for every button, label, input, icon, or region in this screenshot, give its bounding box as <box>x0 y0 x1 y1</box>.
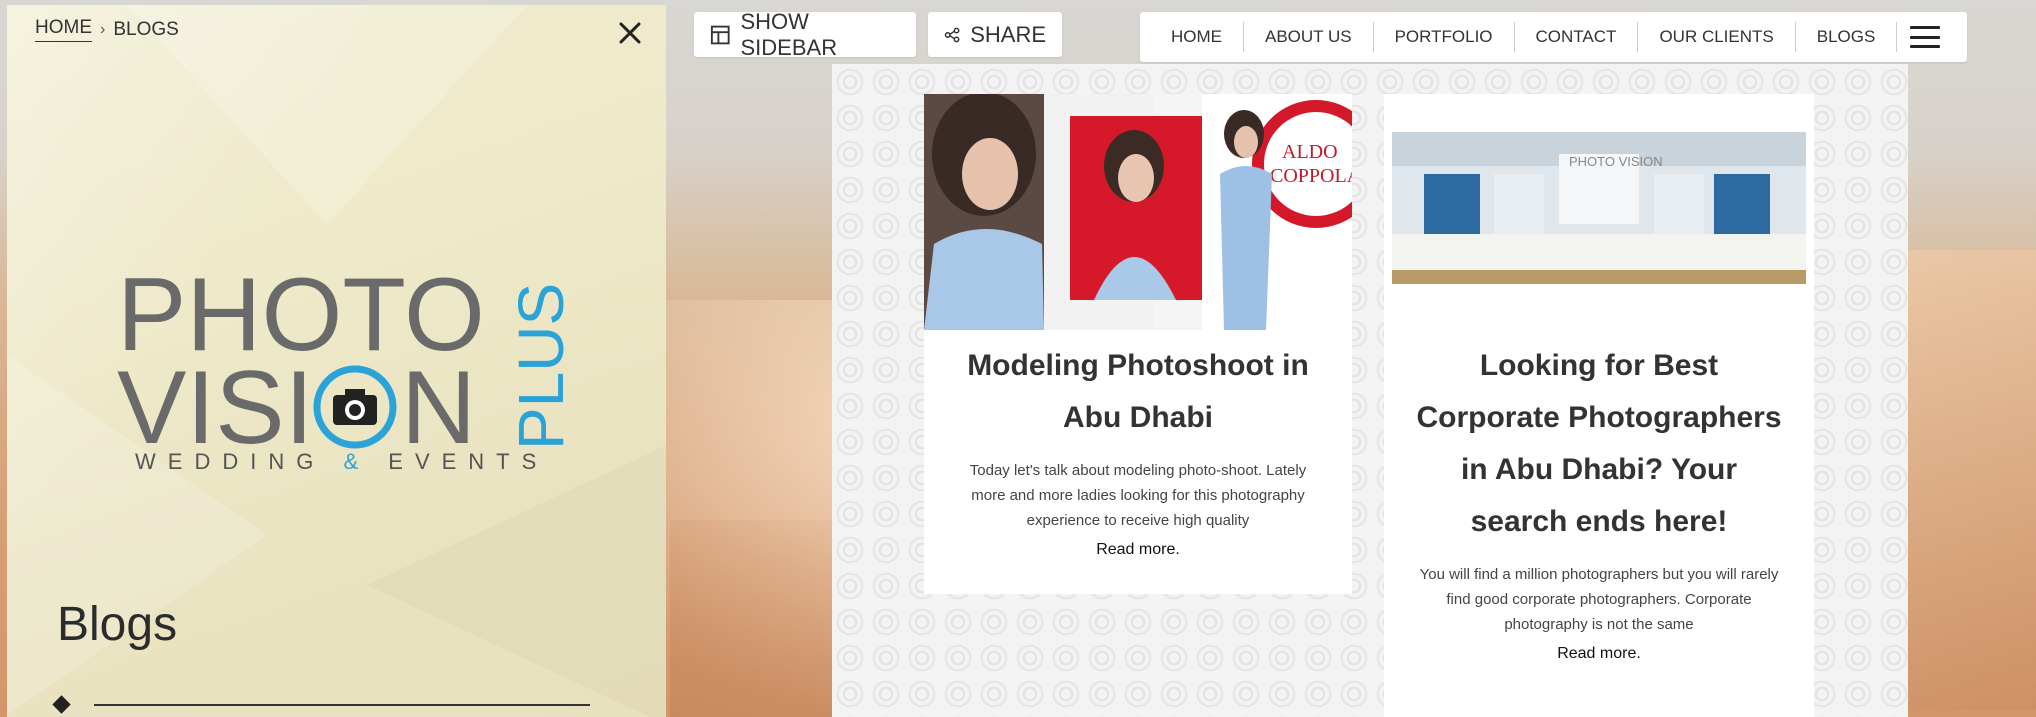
show-sidebar-label: SHOW SIDEBAR <box>740 8 838 60</box>
logo-word-plus: PLUS <box>505 283 577 450</box>
photo-vision-plus-logo: PHOTO VISI N PLUS <box>117 257 577 466</box>
blog-card[interactable]: PHOTO VISION Looking for Best Corporate … <box>1384 94 1814 717</box>
sidebar-panel: HOME › BLOGS PHOTO VISI N PLUS WEDDING &… <box>7 5 666 717</box>
title-divider <box>52 695 590 714</box>
share-icon <box>944 27 960 42</box>
blog-card-title[interactable]: Modeling Photoshoot in Abu Dhabi <box>924 340 1352 444</box>
nav-contact[interactable]: CONTACT <box>1515 22 1639 52</box>
show-sidebar-button[interactable]: SHOW SIDEBAR <box>694 9 916 60</box>
diamond-icon <box>52 695 71 714</box>
share-button[interactable]: SHARE <box>928 12 1062 57</box>
blog-card-excerpt: You will find a million photographers bu… <box>1419 566 1779 633</box>
tagline-wedding: WEDDING <box>135 449 326 474</box>
blog-card-image[interactable]: PHOTO VISION <box>1384 94 1814 330</box>
divider-line <box>94 703 590 706</box>
nav-home[interactable]: HOME <box>1140 22 1244 52</box>
main-navigation: HOME ABOUT US PORTFOLIO CONTACT OUR CLIE… <box>1140 12 1967 62</box>
share-label: SHARE <box>970 21 1046 47</box>
decor-triangle <box>127 5 527 225</box>
sidebar-layout-icon <box>710 25 730 44</box>
nav-about-us[interactable]: ABOUT US <box>1244 22 1374 52</box>
breadcrumb: HOME › BLOGS <box>35 17 179 42</box>
logo-tagline: WEDDING & EVENTS <box>135 449 575 475</box>
corporate-group-photo: PHOTO VISION <box>1392 132 1806 284</box>
nav-our-clients[interactable]: OUR CLIENTS <box>1638 22 1796 52</box>
blog-card-excerpt: Today let's talk about modeling photo-sh… <box>969 462 1307 529</box>
breadcrumb-separator: › <box>100 20 106 38</box>
close-sidebar-button[interactable] <box>612 15 648 51</box>
modeling-photo-collage: ALDO COPPOLA <box>924 94 1352 330</box>
tagline-events: EVENTS <box>388 449 549 474</box>
nav-portfolio[interactable]: PORTFOLIO <box>1374 22 1515 52</box>
blog-card-image[interactable]: ALDO COPPOLA <box>924 94 1352 330</box>
camera-icon <box>313 365 397 449</box>
breadcrumb-current: BLOGS <box>113 18 179 40</box>
svg-text:COPPOLA: COPPOLA <box>1270 165 1352 187</box>
breadcrumb-home-link[interactable]: HOME <box>35 17 92 42</box>
read-more-link[interactable]: Read more. <box>924 541 1352 559</box>
photo-vision-banner: PHOTO VISION <box>1569 154 1663 169</box>
page-title: Blogs <box>57 598 178 651</box>
aldo-coppola-sign: ALDO <box>1282 141 1338 163</box>
blog-list: ALDO COPPOLA Modeling Photoshoot in Abu … <box>832 64 1908 717</box>
read-more-link[interactable]: Read more. <box>1384 645 1814 663</box>
nav-blogs[interactable]: BLOGS <box>1796 22 1898 52</box>
menu-icon[interactable] <box>1910 26 1941 48</box>
tagline-ampersand: & <box>343 449 371 474</box>
blog-card[interactable]: ALDO COPPOLA Modeling Photoshoot in Abu … <box>924 94 1352 594</box>
blog-card-title[interactable]: Looking for Best Corporate Photographers… <box>1384 340 1814 548</box>
close-icon <box>619 22 641 44</box>
decor-triangle <box>367 445 666 717</box>
